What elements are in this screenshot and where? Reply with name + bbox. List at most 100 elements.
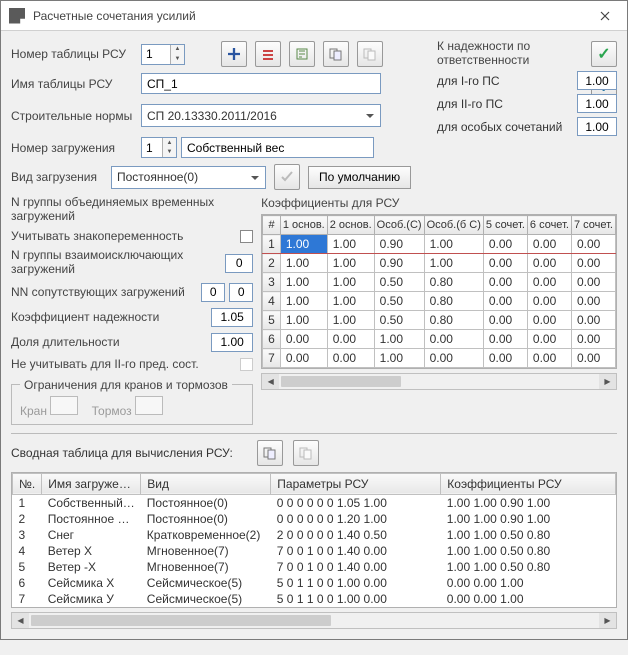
coeff-cell[interactable]: 0.00 — [483, 311, 527, 330]
coeff-cell[interactable]: 0.00 — [483, 292, 527, 311]
ps-special-input[interactable] — [577, 117, 617, 136]
row-number[interactable]: 1 — [263, 235, 281, 254]
skip-ps2-checkbox[interactable] — [240, 358, 253, 371]
coeff-cell[interactable]: 0.00 — [527, 235, 571, 254]
coeff-cell[interactable]: 0.00 — [483, 254, 527, 273]
coeff-cell[interactable]: 1.00 — [327, 254, 374, 273]
toolbar-btn-2[interactable] — [289, 41, 315, 67]
coeff-cell[interactable]: 1.00 — [374, 330, 424, 349]
coeff-cell[interactable]: 1.00 — [280, 292, 327, 311]
coeff-cell[interactable]: 1.00 — [327, 273, 374, 292]
toolbar-btn-3[interactable] — [323, 41, 349, 67]
summary-row[interactable]: 7Сейсмика УСейсмическое(5)5 0 1 1 0 0 1.… — [13, 591, 616, 607]
coeff-cell[interactable]: 0.00 — [571, 311, 615, 330]
coeff-cell[interactable]: 1.00 — [374, 349, 424, 368]
toolbar-btn-1[interactable] — [255, 41, 281, 67]
coeff-cell[interactable]: 1.00 — [327, 292, 374, 311]
summary-hscroll[interactable]: ◀▶ — [11, 612, 617, 629]
reliab-coef-input[interactable] — [211, 308, 253, 327]
coeff-cell[interactable]: 0.00 — [327, 330, 374, 349]
coeff-cell[interactable]: 0.80 — [424, 292, 483, 311]
row-number[interactable]: 4 — [263, 292, 281, 311]
coeff-cell[interactable]: 1.00 — [424, 254, 483, 273]
coeff-cell[interactable]: 1.00 — [280, 273, 327, 292]
coeff-cell[interactable]: 0.00 — [327, 349, 374, 368]
coeff-cell[interactable]: 1.00 — [280, 311, 327, 330]
coeff-cell[interactable]: 0.00 — [483, 235, 527, 254]
summary-row[interactable]: 3СнегКратковременное(2)2 0 0 0 0 0 1.40 … — [13, 527, 616, 543]
coeff-cell[interactable]: 0.00 — [571, 330, 615, 349]
row-number[interactable]: 6 — [263, 330, 281, 349]
load-no-input[interactable] — [142, 138, 162, 157]
coeff-cell[interactable]: 0.00 — [483, 330, 527, 349]
load-type-confirm[interactable] — [274, 164, 300, 190]
coeff-cell[interactable]: 0.00 — [424, 330, 483, 349]
coeff-cell[interactable]: 0.00 — [527, 330, 571, 349]
row-number[interactable]: 3 — [263, 273, 281, 292]
coeff-cell[interactable]: 1.00 — [327, 311, 374, 330]
coeff-cell[interactable]: 0.00 — [571, 273, 615, 292]
ps1-input[interactable] — [577, 71, 617, 90]
coeff-header: Коэффициенты для РСУ — [261, 196, 617, 210]
coeff-cell[interactable]: 0.00 — [483, 273, 527, 292]
coeff-cell[interactable]: 0.00 — [527, 349, 571, 368]
label-ngroup-combine: N группы объединяемых временных загружен… — [11, 196, 217, 224]
coeff-cell[interactable]: 0.00 — [527, 273, 571, 292]
codes-combo[interactable]: СП 20.13330.2011/2016 — [141, 104, 381, 127]
add-button[interactable] — [221, 41, 247, 67]
load-type-value: Постоянное(0) — [117, 170, 198, 184]
row-number[interactable]: 7 — [263, 349, 281, 368]
nmutex-input[interactable] — [225, 254, 253, 273]
table-no-spinner[interactable]: ▲▼ — [141, 44, 185, 65]
load-type-combo[interactable]: Постоянное(0) — [111, 166, 266, 189]
coeff-cell[interactable]: 1.00 — [280, 254, 327, 273]
load-name-input[interactable] — [181, 137, 374, 158]
summary-row[interactable]: 2Постоянное …Постоянное(0)0 0 0 0 0 0 1.… — [13, 511, 616, 527]
row-number[interactable]: 5 — [263, 311, 281, 330]
summary-row[interactable]: 4Ветер XМгновенное(7)7 0 0 1 0 0 1.40 0.… — [13, 543, 616, 559]
default-button[interactable]: По умолчанию — [308, 166, 411, 189]
coeff-cell[interactable]: 0.00 — [483, 349, 527, 368]
coeff-cell[interactable]: 0.50 — [374, 311, 424, 330]
nn1-input[interactable] — [201, 283, 225, 302]
toolbar-btn-4[interactable] — [357, 41, 383, 67]
table-name-input[interactable] — [141, 73, 381, 94]
coeff-hscroll[interactable]: ◀▶ — [261, 373, 617, 390]
coeff-cell[interactable]: 0.00 — [571, 292, 615, 311]
coeff-cell[interactable]: 0.00 — [571, 349, 615, 368]
coeff-cell[interactable]: 0.00 — [280, 349, 327, 368]
coeff-cell[interactable]: 0.90 — [374, 254, 424, 273]
coeff-cell[interactable]: 0.50 — [374, 273, 424, 292]
coeff-cell[interactable]: 0.80 — [424, 311, 483, 330]
coeff-cell[interactable]: 0.00 — [527, 254, 571, 273]
coeff-cell[interactable]: 0.00 — [424, 349, 483, 368]
spin-down-icon[interactable]: ▼ — [171, 54, 184, 64]
coeff-cell[interactable]: 0.00 — [527, 311, 571, 330]
row-number[interactable]: 2 — [263, 254, 281, 273]
summary-row[interactable]: 5Ветер -XМгновенное(7)7 0 0 1 0 0 1.40 0… — [13, 559, 616, 575]
coeff-cell[interactable]: 0.00 — [571, 254, 615, 273]
coeff-cell[interactable]: 0.00 — [280, 330, 327, 349]
load-no-spinner[interactable]: ▲▼ — [141, 137, 177, 158]
coeff-cell[interactable]: 1.00 — [327, 235, 374, 254]
close-button[interactable] — [582, 1, 627, 31]
coeff-cell[interactable]: 0.00 — [527, 292, 571, 311]
coeff-cell[interactable]: 0.50 — [374, 292, 424, 311]
ps2-input[interactable] — [577, 94, 617, 113]
spin-up-icon[interactable]: ▲ — [171, 45, 184, 55]
coeff-cell[interactable]: 0.90 — [374, 235, 424, 254]
summary-row[interactable]: 1Собственный…Постоянное(0)0 0 0 0 0 0 1.… — [13, 494, 616, 511]
summary-copy-2[interactable] — [293, 440, 319, 466]
sign-var-checkbox[interactable] — [240, 230, 253, 243]
coeff-cell[interactable]: 1.00 — [280, 235, 327, 254]
summary-table[interactable]: №.Имя загруже…ВидПараметры РСУКоэффициен… — [11, 472, 617, 608]
coeff-cell[interactable]: 0.00 — [571, 235, 615, 254]
nn2-input[interactable] — [229, 283, 253, 302]
summary-copy-1[interactable] — [257, 440, 283, 466]
coeff-cell[interactable]: 1.00 — [424, 235, 483, 254]
table-no-input[interactable] — [142, 45, 170, 64]
coeff-table[interactable]: #1 основ.2 основ.Особ.(С)Особ.(б С)5 соч… — [261, 214, 617, 369]
coeff-cell[interactable]: 0.80 — [424, 273, 483, 292]
summary-row[interactable]: 6Сейсмика XСейсмическое(5)5 0 1 1 0 0 1.… — [13, 575, 616, 591]
duration-input[interactable] — [211, 333, 253, 352]
